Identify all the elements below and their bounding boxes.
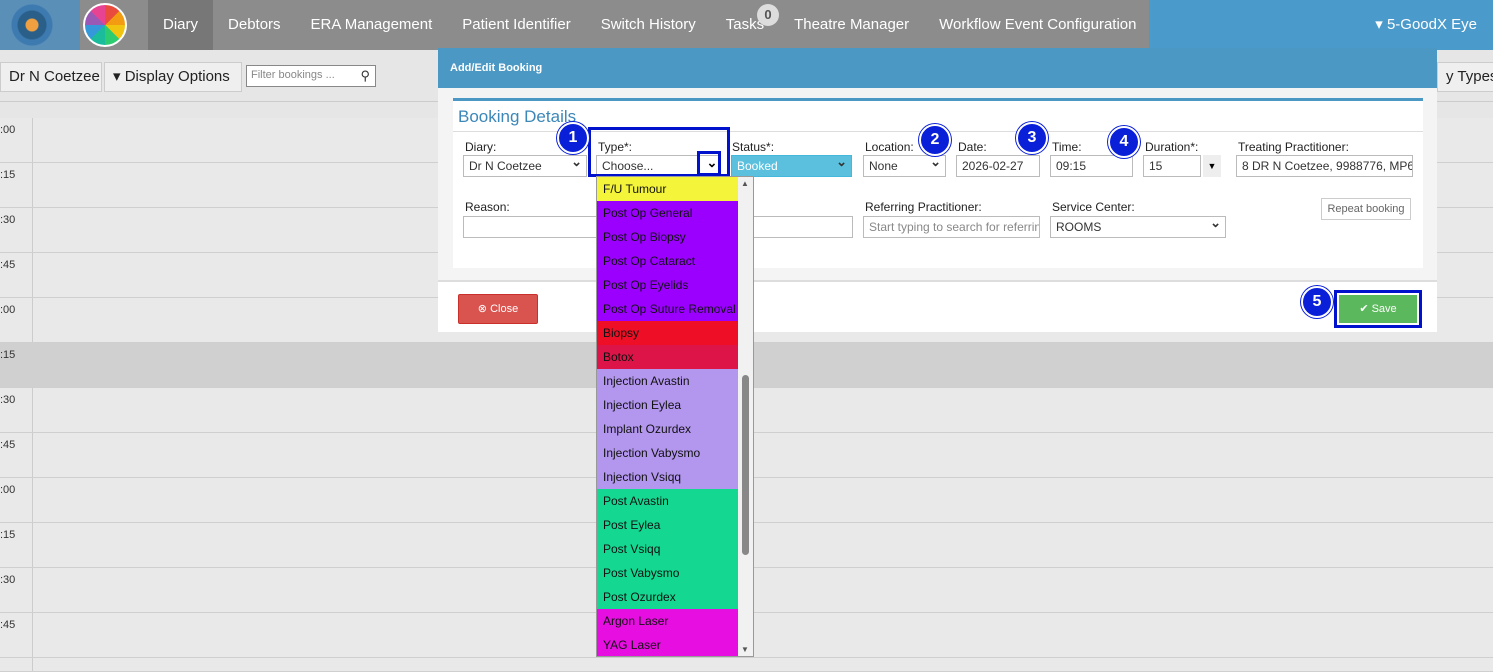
tasks-count-badge: 0	[757, 4, 779, 26]
service-center-label: Service Center:	[1052, 200, 1135, 214]
time-label: :30	[0, 214, 16, 226]
type-option[interactable]: Post Ozurdex	[597, 585, 739, 609]
status-label: Status*:	[732, 140, 775, 154]
user-menu[interactable]: ▾ 5-GoodX Eye	[1375, 0, 1477, 50]
type-option[interactable]: Injection Eylea	[597, 393, 739, 417]
display-options-label: Display Options	[124, 68, 230, 85]
close-label: Close	[490, 303, 519, 315]
nav-item-theatre-manager[interactable]: Theatre Manager	[779, 0, 924, 50]
top-navbar: Diary Debtors ERA Management Patient Ide…	[0, 0, 1493, 50]
type-caret-highlight-box	[697, 151, 721, 176]
treating-practitioner-input[interactable]: 8 DR N Coetzee, 9988776, MP6	[1236, 155, 1413, 177]
service-center-select[interactable]: ROOMS	[1050, 216, 1226, 238]
callout-4: 4	[1108, 126, 1140, 158]
diary-label: Diary:	[465, 140, 497, 154]
save-button[interactable]: ✔ Save	[1339, 295, 1417, 323]
scroll-down-icon[interactable]: ▼	[741, 645, 749, 654]
caret-down-icon: ▾	[113, 68, 121, 85]
type-option[interactable]: Post Op Suture Removal	[597, 297, 739, 321]
callout-3: 3	[1016, 122, 1048, 154]
nav-item-switch-history[interactable]: Switch History	[586, 0, 711, 50]
time-label: :15	[0, 349, 16, 361]
display-options-button[interactable]: ▾ Display Options	[104, 62, 242, 92]
duration-label: Duration*:	[1145, 140, 1199, 154]
diary-select[interactable]: Dr N Coetzee	[463, 155, 587, 177]
location-select[interactable]: None	[863, 155, 946, 177]
type-option[interactable]: Post Avastin	[597, 489, 739, 513]
modal-footer: ⊗ Close ✔ Save	[438, 280, 1437, 332]
nav-item-workflow-event-configuration[interactable]: Workflow Event Configuration	[924, 0, 1151, 50]
booking-details-title: Booking Details	[458, 107, 577, 126]
nav-item-debtors[interactable]: Debtors	[213, 0, 296, 50]
time-label: :30	[0, 394, 16, 406]
callout-2: 2	[919, 124, 951, 156]
reason-label: Reason:	[465, 200, 510, 214]
time-label: :45	[0, 439, 16, 451]
duration-dropdown-toggle[interactable]: ▼	[1203, 155, 1221, 177]
repeat-booking-button[interactable]: Repeat booking	[1321, 198, 1411, 220]
duration-input[interactable]: 15	[1143, 155, 1201, 177]
type-option[interactable]: F/U Tumour	[597, 177, 739, 201]
type-option[interactable]: Post Op General	[597, 201, 739, 225]
type-option[interactable]: Post Vsiqq	[597, 537, 739, 561]
treating-practitioner-label: Treating Practitioner:	[1238, 140, 1349, 154]
callout-1: 1	[557, 122, 589, 154]
diary-select-button[interactable]: Dr N Coetzee	[0, 62, 102, 92]
user-name: 5-GoodX Eye	[1386, 16, 1477, 33]
type-option[interactable]: Post Vabysmo	[597, 561, 739, 585]
filter-placeholder: Filter bookings ...	[251, 69, 335, 81]
caret-down-icon: ▾	[1375, 16, 1383, 33]
date-input[interactable]: 2026-02-27	[956, 155, 1040, 177]
time-input[interactable]: 09:15	[1050, 155, 1133, 177]
type-option[interactable]: Post Op Biopsy	[597, 225, 739, 249]
type-option[interactable]: Implant Ozurdex	[597, 417, 739, 441]
type-option[interactable]: Botox	[597, 345, 739, 369]
location-label: Location:	[865, 140, 914, 154]
type-option[interactable]: Argon Laser	[597, 609, 739, 633]
date-label: Date:	[958, 140, 987, 154]
search-icon[interactable]: ⚲	[360, 68, 370, 84]
scroll-up-icon[interactable]: ▲	[741, 179, 749, 188]
time-label: :00	[0, 124, 16, 136]
referring-practitioner-label: Referring Practitioner:	[865, 200, 982, 214]
time-label: :15	[0, 169, 16, 181]
time-label: Time:	[1052, 140, 1082, 154]
booking-types-button[interactable]: y Types	[1437, 62, 1493, 92]
nav-menu: Diary Debtors ERA Management Patient Ide…	[148, 0, 1151, 50]
dropdown-scrollbar[interactable]: ▲ ▼	[738, 177, 753, 656]
time-label: :45	[0, 619, 16, 631]
type-dropdown-list[interactable]: F/U Tumour Post Op General Post Op Biopsy P…	[596, 176, 754, 657]
user-area: ▾ 5-GoodX Eye	[1149, 0, 1493, 50]
filter-bookings-input[interactable]: Filter bookings ... ⚲	[246, 65, 376, 87]
modal-header: Add/Edit Booking	[438, 48, 1437, 88]
time-label: :00	[0, 484, 16, 496]
scrollbar-thumb[interactable]	[742, 375, 749, 555]
type-option[interactable]: Biopsy	[597, 321, 739, 345]
close-circle-icon: ⊗	[477, 303, 488, 315]
check-circle-icon: ✔	[1359, 303, 1369, 315]
close-button[interactable]: ⊗ Close	[458, 294, 538, 324]
status-select[interactable]: Booked	[731, 155, 852, 177]
time-label: :15	[0, 529, 16, 541]
time-slot[interactable]	[0, 658, 1493, 672]
type-option[interactable]: Post Op Eyelids	[597, 273, 739, 297]
nav-item-patient-identifier[interactable]: Patient Identifier	[447, 0, 585, 50]
callout-5: 5	[1301, 286, 1333, 318]
referring-practitioner-input[interactable]: Start typing to search for referrin	[863, 216, 1040, 238]
add-edit-booking-modal: Add/Edit Booking Booking Details Diary: …	[438, 48, 1437, 332]
type-option[interactable]: Injection Vabysmo	[597, 441, 739, 465]
save-label: Save	[1371, 303, 1397, 315]
time-label: :00	[0, 304, 16, 316]
type-option[interactable]: Post Op Cataract	[597, 249, 739, 273]
nav-item-era-management[interactable]: ERA Management	[296, 0, 448, 50]
type-option[interactable]: Injection Avastin	[597, 369, 739, 393]
type-option[interactable]: Post Eylea	[597, 513, 739, 537]
time-label: :45	[0, 259, 16, 271]
time-label: :30	[0, 574, 16, 586]
color-wheel-logo	[83, 3, 127, 47]
eye-logo	[0, 0, 80, 50]
type-option[interactable]: YAG Laser	[597, 633, 739, 656]
nav-item-diary[interactable]: Diary	[148, 0, 214, 50]
type-option[interactable]: Injection Vsiqq	[597, 465, 739, 489]
